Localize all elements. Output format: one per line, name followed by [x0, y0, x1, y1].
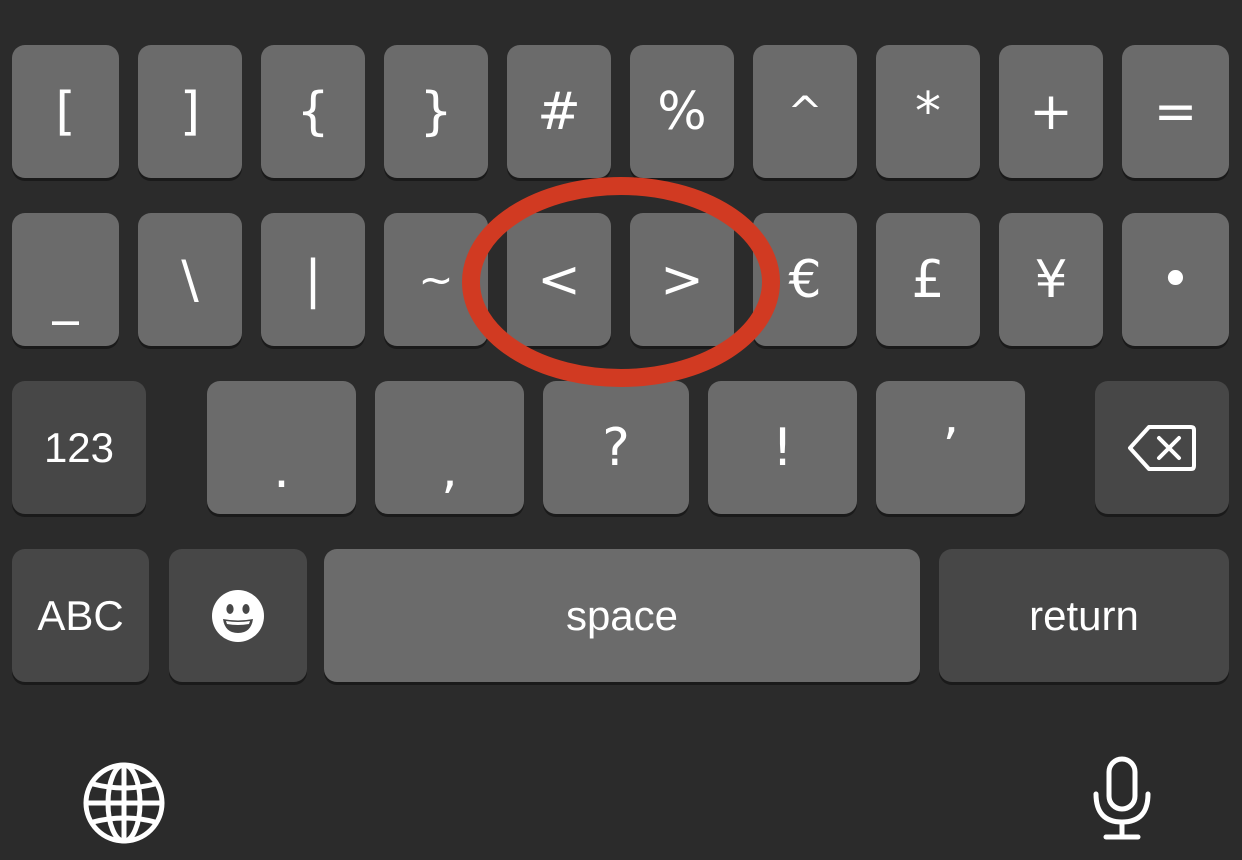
key-apostrophe[interactable]: ’	[876, 381, 1025, 514]
key-right-brace[interactable]: }	[384, 45, 488, 178]
key-label: |	[304, 249, 322, 310]
abc-key-label: ABC	[37, 591, 124, 639]
key-question-mark[interactable]: ?	[543, 381, 689, 514]
key-label: *	[915, 81, 941, 142]
key-greater-than[interactable]: >	[630, 213, 734, 346]
key-label: €	[788, 249, 822, 310]
key-bullet[interactable]: •	[1122, 213, 1229, 346]
key-label: =	[1153, 81, 1198, 142]
space-key[interactable]: space	[324, 549, 920, 682]
key-label: ’	[942, 417, 959, 478]
key-caret[interactable]: ^	[753, 45, 857, 178]
key-tilde[interactable]: ~	[384, 213, 488, 346]
key-pound[interactable]: £	[876, 213, 980, 346]
key-left-bracket[interactable]: [	[12, 45, 119, 178]
space-key-label: space	[565, 591, 679, 639]
key-label: ?	[602, 417, 630, 478]
key-label: !	[772, 417, 793, 478]
key-label: +	[1029, 81, 1073, 142]
key-asterisk[interactable]: *	[876, 45, 980, 178]
key-label: ]	[179, 81, 201, 142]
key-comma[interactable]: ,	[375, 381, 524, 514]
key-period[interactable]: .	[207, 381, 356, 514]
key-label: _	[52, 265, 79, 326]
key-label: <	[537, 249, 581, 310]
key-right-bracket[interactable]: ]	[138, 45, 242, 178]
key-label: ^	[787, 86, 823, 136]
symbol-keyboard: [ ] { } # % ^ * + = _ \ | ~ < > € £ ¥ • …	[0, 0, 1242, 860]
microphone-icon[interactable]	[1092, 756, 1152, 842]
key-label: ,	[441, 439, 458, 500]
key-label: [	[55, 81, 76, 142]
key-label: %	[657, 81, 707, 142]
key-euro[interactable]: €	[753, 213, 857, 346]
key-label: #	[537, 81, 581, 142]
key-hash[interactable]: #	[507, 45, 611, 178]
key-label: £	[911, 249, 945, 310]
emoji-smile-icon	[212, 589, 264, 642]
return-key[interactable]: return	[939, 549, 1229, 682]
return-key-label: return	[1029, 591, 1139, 639]
key-label: •	[1160, 249, 1191, 310]
key-plus[interactable]: +	[999, 45, 1103, 178]
emoji-key[interactable]	[169, 549, 307, 682]
key-left-brace[interactable]: {	[261, 45, 365, 178]
numbers-key-label: 123	[43, 423, 115, 471]
key-pipe[interactable]: |	[261, 213, 365, 346]
numbers-key[interactable]: 123	[12, 381, 146, 514]
key-label: \	[181, 249, 199, 310]
delete-backspace-icon	[1128, 424, 1196, 471]
key-yen[interactable]: ¥	[999, 213, 1103, 346]
key-label: }	[419, 81, 453, 142]
key-label: .	[273, 439, 290, 500]
key-label: ~	[418, 254, 454, 304]
key-label: {	[296, 81, 330, 142]
globe-icon[interactable]	[83, 762, 165, 844]
key-underscore[interactable]: _	[12, 213, 119, 346]
delete-key[interactable]	[1095, 381, 1229, 514]
key-label: ¥	[1034, 249, 1068, 310]
key-percent[interactable]: %	[630, 45, 734, 178]
key-backslash[interactable]: \	[138, 213, 242, 346]
abc-key[interactable]: ABC	[12, 549, 149, 682]
key-equals[interactable]: =	[1122, 45, 1229, 178]
key-label: >	[660, 249, 704, 310]
key-exclamation[interactable]: !	[708, 381, 857, 514]
key-less-than[interactable]: <	[507, 213, 611, 346]
